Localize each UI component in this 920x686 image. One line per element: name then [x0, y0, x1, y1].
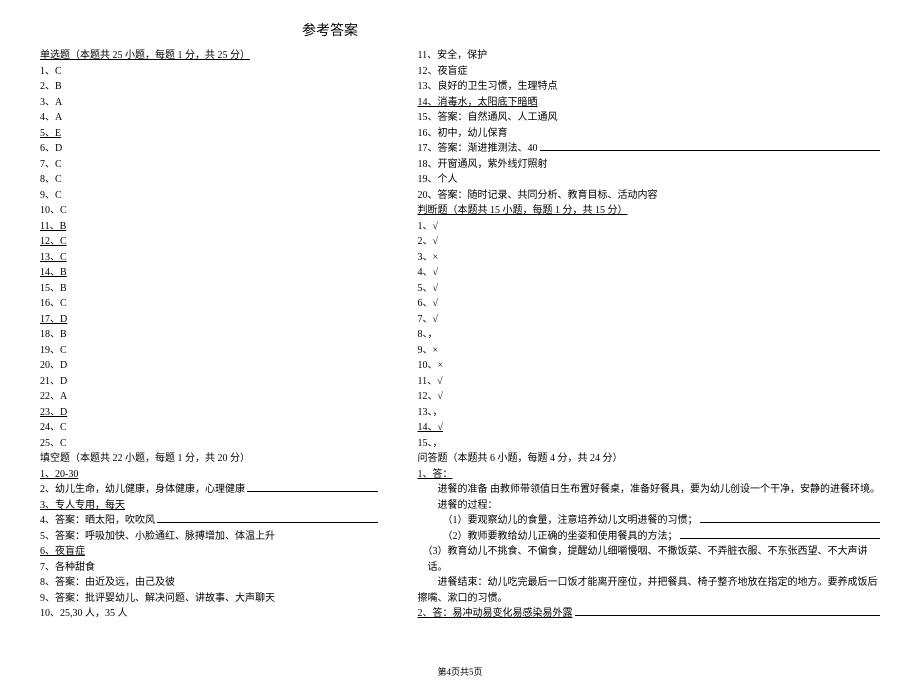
underline-rule	[575, 615, 881, 616]
fill-section-header: 填空题（本题共 22 小题，每题 1 分，共 20 分）	[40, 451, 378, 467]
judge-item: 7、√	[418, 312, 881, 328]
mc-item: 22、A	[40, 389, 378, 405]
mc-item: 20、D	[40, 358, 378, 374]
fill-item: 15、答案：自然通风、人工通风	[418, 110, 881, 126]
mc-item: 16、C	[40, 296, 378, 312]
mc-item: 9、C	[40, 188, 378, 204]
judge-item: 11、√	[418, 374, 881, 390]
judge-item: 9、×	[418, 343, 881, 359]
fill-item: 17、答案：渐进推测法、40	[418, 141, 881, 157]
mc-item: 10、C	[40, 203, 378, 219]
judge-item: 2、√	[418, 234, 881, 250]
fill-item: 10、25,30 人，35 人	[40, 606, 378, 622]
fill-item: 12、夜盲症	[418, 64, 881, 80]
underline-rule	[700, 522, 881, 523]
fill-item: 11、安全，保护	[418, 48, 881, 64]
fill-item: 14、消毒水，太阳底下暗晒	[418, 95, 881, 111]
left-column: 单选题（本题共 25 小题，每题 1 分，共 25 分） 1、C2、B3、A4、…	[40, 48, 378, 622]
fill-item: 3、专人专用，每天	[40, 498, 378, 514]
mc-item: 21、D	[40, 374, 378, 390]
fill-item: 5、答案：呼吸加快、小脸通红、脉搏增加、体温上升	[40, 529, 378, 545]
fill-item: 4、答案：晒太阳，吹吹风	[40, 513, 378, 529]
mc-item: 24、C	[40, 420, 378, 436]
judge-item: 3、×	[418, 250, 881, 266]
mc-item: 2、B	[40, 79, 378, 95]
judge-item: 8、，	[418, 327, 881, 343]
underline-rule	[680, 538, 881, 539]
judge-list: 1、√2、√3、×4、√5、√6、√7、√8、，9、×10、×11、√12、√1…	[418, 219, 881, 452]
mc-item: 7、C	[40, 157, 378, 173]
fill-item: 2、幼儿生命，幼儿健康，身体健康，心理健康	[40, 482, 378, 498]
mc-item: 14、B	[40, 265, 378, 281]
fill-item: 18、开窗通风，紫外线灯照射	[418, 157, 881, 173]
mc-section-header: 单选题（本题共 25 小题，每题 1 分，共 25 分）	[40, 48, 378, 64]
qa-line: （3）教育幼儿不挑食、不偏食，提醒幼儿细嚼慢咽、不撒饭菜、不弄脏衣服、不东张西望…	[418, 544, 881, 560]
qa-line: 话。	[418, 560, 881, 576]
qa-line: 进餐的过程：	[418, 498, 881, 514]
underline-rule	[247, 491, 378, 492]
mc-item: 15、B	[40, 281, 378, 297]
content-columns: 单选题（本题共 25 小题，每题 1 分，共 25 分） 1、C2、B3、A4、…	[40, 48, 880, 622]
qa-text: （1）要观察幼儿的食量，注意培养幼儿文明进餐的习惯；	[418, 513, 698, 529]
fill-item: 6、夜盲症	[40, 544, 378, 560]
mc-item: 6、D	[40, 141, 378, 157]
page-title: 参考答案	[0, 20, 880, 40]
fill-item: 20、答案：随时记录、共同分析、教育目标、活动内容	[418, 188, 881, 204]
qa-line: 进餐结束：幼儿吃完最后一口饭才能离开座位，并把餐具、椅子整齐地放在指定的地方。要…	[418, 575, 881, 591]
fill-item: 16、初中，幼儿保育	[418, 126, 881, 142]
fill-item: 19、个人	[418, 172, 881, 188]
fill-item: 13、良好的卫生习惯，生理特点	[418, 79, 881, 95]
right-column: 11、安全，保护12、夜盲症13、良好的卫生习惯，生理特点14、消毒水，太阳底下…	[418, 48, 881, 622]
qa-text: （2）教师要教给幼儿正确的坐姿和使用餐具的方法；	[418, 529, 678, 545]
fill-item: 1、20-30	[40, 467, 378, 483]
judge-item: 10、×	[418, 358, 881, 374]
fill-text: 2、幼儿生命，幼儿健康，身体健康，心理健康	[40, 482, 245, 498]
fill-text: 4、答案：晒太阳，吹吹风	[40, 513, 155, 529]
mc-item: 13、C	[40, 250, 378, 266]
fill-text: 17、答案：渐进推测法、40	[418, 141, 538, 157]
judge-item: 15、，	[418, 436, 881, 452]
page-footer: 第4页共5页	[0, 665, 920, 678]
judge-item: 6、√	[418, 296, 881, 312]
qa-text: 2、答：易冲动易变化易感染易外露	[418, 606, 573, 622]
qa-list: 1、答： 进餐的准备 由教师带领值日生布置好餐桌，准备好餐具，要为幼儿创设一个干…	[418, 467, 881, 622]
fill-item: 8、答案：由近及远，由己及彼	[40, 575, 378, 591]
qa-line: 1、答：	[418, 467, 881, 483]
judge-section-header: 判断题（本题共 15 小题，每题 1 分，共 15 分）	[418, 203, 881, 219]
mc-item: 3、A	[40, 95, 378, 111]
fill-item: 9、答案：批评婴幼儿、解决问题、讲故事、大声聊天	[40, 591, 378, 607]
underline-rule	[540, 150, 881, 151]
mc-item: 1、C	[40, 64, 378, 80]
mc-item: 18、B	[40, 327, 378, 343]
mc-item: 11、B	[40, 219, 378, 235]
mc-item: 4、A	[40, 110, 378, 126]
qa-section-header: 问答题（本题共 6 小题，每题 4 分，共 24 分）	[418, 451, 881, 467]
judge-item: 14、√	[418, 420, 881, 436]
mc-list: 1、C2、B3、A4、A5、E6、D7、C8、C9、C10、C11、B12、C1…	[40, 64, 378, 452]
fill-list-right: 11、安全，保护12、夜盲症13、良好的卫生习惯，生理特点14、消毒水，太阳底下…	[418, 48, 881, 203]
mc-item: 5、E	[40, 126, 378, 142]
judge-item: 12、√	[418, 389, 881, 405]
judge-item: 4、√	[418, 265, 881, 281]
mc-item: 8、C	[40, 172, 378, 188]
qa-line: 2、答：易冲动易变化易感染易外露	[418, 606, 881, 622]
qa-line: （1）要观察幼儿的食量，注意培养幼儿文明进餐的习惯；	[418, 513, 881, 529]
judge-item: 1、√	[418, 219, 881, 235]
mc-item: 23、D	[40, 405, 378, 421]
mc-item: 25、C	[40, 436, 378, 452]
qa-line: 擦嘴、漱口的习惯。	[418, 591, 881, 607]
judge-item: 13、，	[418, 405, 881, 421]
qa-line: （2）教师要教给幼儿正确的坐姿和使用餐具的方法；	[418, 529, 881, 545]
fill-list-left: 1、20-302、幼儿生命，幼儿健康，身体健康，心理健康3、专人专用，每天4、答…	[40, 467, 378, 622]
underline-rule	[157, 522, 378, 523]
mc-item: 19、C	[40, 343, 378, 359]
mc-item: 17、D	[40, 312, 378, 328]
fill-item: 7、各种甜食	[40, 560, 378, 576]
judge-item: 5、√	[418, 281, 881, 297]
mc-item: 12、C	[40, 234, 378, 250]
qa-line: 进餐的准备 由教师带领值日生布置好餐桌，准备好餐具，要为幼儿创设一个干净，安静的…	[418, 482, 881, 498]
